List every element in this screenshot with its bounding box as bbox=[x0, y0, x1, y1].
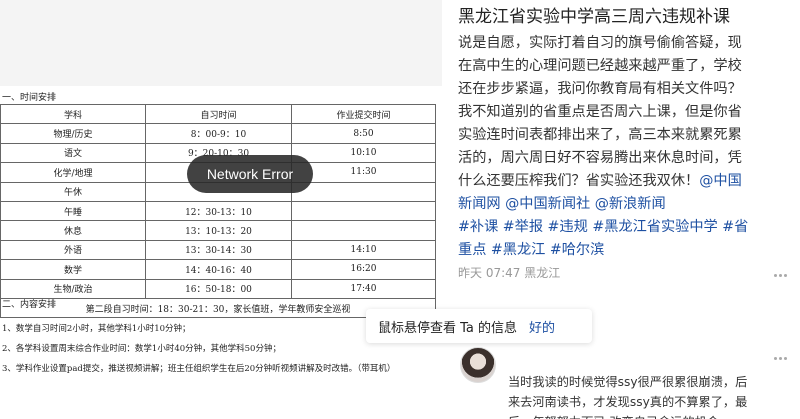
list-item: 3、学科作业设置pad提交，推送视频讲解；班主任组织学生在后20分钟听视频讲解及… bbox=[2, 364, 396, 374]
column-header: 学科 bbox=[0, 103, 146, 125]
post-body-line: 什么还要压榨我们？省实验还我双休！@中国 bbox=[458, 170, 783, 193]
network-error-toast: Network Error bbox=[187, 155, 313, 193]
table-header-row: 学科 自习时间 作业提交时间 bbox=[0, 103, 436, 125]
more-options-icon[interactable] bbox=[774, 270, 790, 280]
post-body-line: 还在步步紧逼，我问你教育局有相关文件吗？ bbox=[458, 78, 783, 101]
hover-tooltip: 鼠标悬停查看 Ta 的信息 好的 bbox=[366, 309, 592, 343]
schedule-table: 学科 自习时间 作业提交时间 物理/历史8：00-9：108:50语文9：20-… bbox=[0, 103, 436, 319]
table-cell: 12：30-13：10 bbox=[145, 200, 292, 222]
post-body-line: 我不知道别的省重点是否周六上课，但是你省 bbox=[458, 101, 783, 124]
hashtag-mention-link[interactable]: #补课 #举报 #违规 #黑龙江省实验中学 #省 bbox=[458, 219, 748, 235]
section-heading: 二、内容安排 bbox=[2, 300, 57, 310]
post-body-text: 在高中生的心理问题已经越来越严重了，学校 bbox=[458, 58, 742, 74]
list-item: 1、数学自习时间2小时，其他学科1小时10分钟； bbox=[2, 324, 191, 334]
table-cell: 外语 bbox=[0, 239, 146, 261]
list-item: 2、各学科设置周末综合作业时间：数学1小时40分钟，其他学科50分钟； bbox=[2, 344, 281, 354]
comment-more-icon[interactable] bbox=[774, 353, 790, 363]
table-cell: 8:50 bbox=[291, 123, 436, 144]
post-body-line: 重点 #黑龙江 #哈尔滨 bbox=[458, 239, 783, 262]
table-cell: 16：50-18：00 bbox=[145, 278, 292, 299]
table-cell: 13：10-13：20 bbox=[145, 220, 292, 241]
post-body-text: 实验连时间表都排出来了，高三本来就累死累 bbox=[458, 127, 742, 143]
post-title: 黑龙江省实验中学高三周六违规补课 bbox=[458, 7, 730, 27]
schedule-document: 一、时间安排 学科 自习时间 作业提交时间 物理/历史 8：00-9：10 8:50… bbox=[0, 86, 442, 419]
table-cell: 休息 bbox=[0, 220, 146, 241]
post-body-line: 活的，周六周日好不容易腾出来休息时间，凭 bbox=[458, 147, 783, 170]
section-heading: 一、时间安排 bbox=[2, 93, 57, 103]
table-cell bbox=[291, 181, 436, 202]
table-cell: 8：00-9：10 bbox=[145, 123, 292, 144]
table-cell: 午睡 bbox=[0, 200, 146, 222]
hashtag-mention-link[interactable]: 新闻网 @中国新闻社 @新浪新闻 bbox=[458, 196, 666, 212]
post-body-line: 说是自愿，实际打着自习的旗号偷偷答疑，现 bbox=[458, 32, 783, 55]
hashtag-mention-link[interactable]: 重点 #黑龙江 #哈尔滨 bbox=[458, 242, 604, 258]
table-cell: 语文 bbox=[0, 142, 146, 164]
post-body-text: 什么还要压榨我们？省实验还我双休！ bbox=[458, 173, 700, 189]
post-body-text: 还在步步紧逼，我问你教育局有相关文件吗？ bbox=[458, 81, 742, 97]
table-cell: 化学/地理 bbox=[0, 162, 146, 183]
post-body-text: 我不知道别的省重点是否周六上课，但是你省 bbox=[458, 104, 742, 120]
post-body-text: 说是自愿，实际打着自习的旗号偷偷答疑，现 bbox=[458, 35, 742, 51]
table-row: 外语 13：30-14：30 14:10 bbox=[0, 239, 436, 261]
post-body-line: 在高中生的心理问题已经越来越严重了，学校 bbox=[458, 55, 783, 78]
column-header: 自习时间 bbox=[145, 103, 292, 125]
table-cell: 14：40-16：40 bbox=[145, 259, 292, 280]
post-body-line: 新闻网 @中国新闻社 @新浪新闻 bbox=[458, 193, 783, 216]
table-cell: 物理/历史 bbox=[0, 123, 146, 144]
comment-line: 后一年努努力而已,改变自己命运的机会 bbox=[508, 412, 770, 419]
post-body-line: #补课 #举报 #违规 #黑龙江省实验中学 #省 bbox=[458, 216, 783, 239]
table-row: 生物/政治 16：50-18：00 17:40 bbox=[0, 278, 436, 299]
comment-text: 当时我读的时候觉得ssy很严很累很崩溃，后 来去河南读书，才发现ssy真的不算累了… bbox=[508, 372, 770, 419]
post-body-line: 实验连时间表都排出来了，高三本来就累死累 bbox=[458, 124, 783, 147]
table-cell: 13：30-14：30 bbox=[145, 239, 292, 261]
table-cell: 午休 bbox=[0, 181, 146, 202]
post-body-text: 活的，周六周日好不容易腾出来休息时间，凭 bbox=[458, 150, 742, 166]
comment-line: 当时我读的时候觉得ssy很严很累很崩溃，后 bbox=[508, 375, 748, 389]
post-image[interactable]: 一、时间安排 学科 自习时间 作业提交时间 物理/历史 8：00-9：10 8:50… bbox=[0, 0, 442, 419]
table-row: 数学 14：40-16：40 16:20 bbox=[0, 259, 436, 280]
column-header: 作业提交时间 bbox=[291, 103, 436, 125]
hashtag-mention-link[interactable]: @中国 bbox=[699, 173, 742, 189]
table-cell bbox=[291, 200, 436, 222]
table-cell: 生物/政治 bbox=[0, 278, 146, 299]
post-panel: 黑龙江省实验中学高三周六违规补课 说是自愿，实际打着自习的旗号偷偷答疑，现 在高中… bbox=[442, 0, 800, 419]
tooltip-text: 鼠标悬停查看 Ta 的信息 bbox=[378, 320, 518, 336]
table-cell: 数学 bbox=[0, 259, 146, 280]
table-cell: 16:20 bbox=[291, 259, 436, 280]
table-cell: 17:40 bbox=[291, 278, 436, 299]
table-row: 午睡 12：30-13：10 bbox=[0, 200, 436, 222]
table-cell: 11:30 bbox=[291, 162, 436, 183]
comment-line: 来去河南读书，才发现ssy真的不算累了，最 bbox=[508, 395, 748, 409]
tooltip-ok-button[interactable]: 好的 bbox=[529, 317, 555, 336]
avatar[interactable] bbox=[460, 347, 496, 383]
table-cell: 14:10 bbox=[291, 239, 436, 261]
table-cell: 10:10 bbox=[291, 142, 436, 164]
post-body: 说是自愿，实际打着自习的旗号偷偷答疑，现 在高中生的心理问题已经越来越严重了，学校… bbox=[458, 32, 783, 262]
post-meta: 昨天 07:47 黑龙江 bbox=[458, 266, 561, 280]
table-row: 物理/历史 8：00-9：10 8:50 bbox=[0, 123, 436, 144]
table-row: 休息 13：10-13：20 bbox=[0, 220, 436, 241]
table-cell bbox=[291, 220, 436, 241]
